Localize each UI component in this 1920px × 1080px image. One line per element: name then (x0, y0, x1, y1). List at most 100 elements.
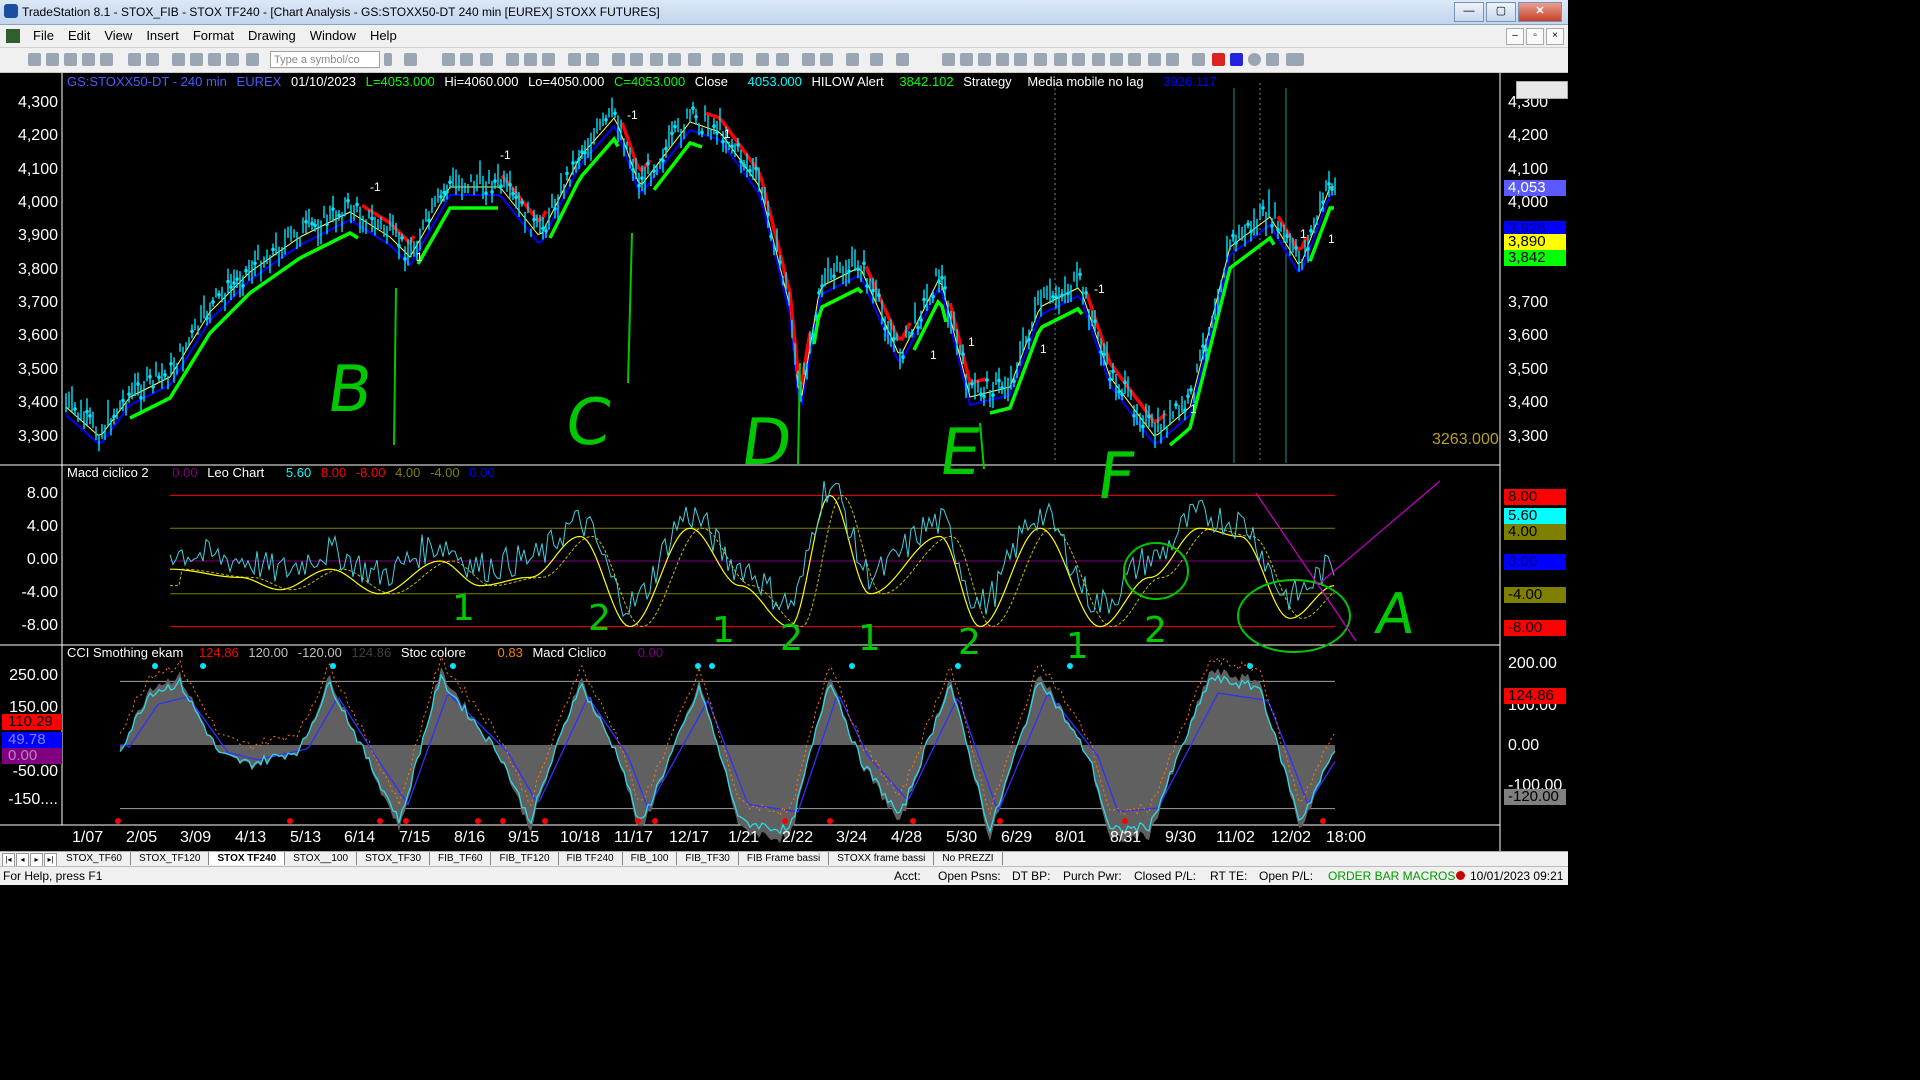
arrow-down-icon[interactable] (1212, 53, 1225, 66)
tab-stox-tf30[interactable]: STOX_TF30 (357, 852, 431, 865)
go-arrow-icon[interactable] (384, 53, 392, 66)
parallel-lines-icon[interactable] (1128, 53, 1141, 66)
pointer-icon[interactable] (802, 53, 815, 66)
tab-fib-100[interactable]: FIB_100 (623, 852, 678, 865)
indicator-icon[interactable] (524, 53, 537, 66)
tab-stox-tf120[interactable]: STOX_TF120 (131, 852, 210, 865)
menu-edit[interactable]: Edit (61, 28, 97, 43)
menu-drawing[interactable]: Drawing (241, 28, 303, 43)
candles-icon[interactable] (650, 53, 663, 66)
price-dot (127, 392, 131, 397)
matrix-icon[interactable] (480, 53, 493, 66)
chart-icon[interactable] (442, 53, 455, 66)
fibonacci-icon[interactable] (1014, 53, 1027, 66)
menu-help[interactable]: Help (363, 28, 404, 43)
zoom-out-icon[interactable] (776, 53, 789, 66)
cci-axis-right-label: 200.00 (1508, 655, 1557, 672)
tile-icon[interactable] (586, 53, 599, 66)
menu-view[interactable]: View (97, 28, 139, 43)
save-icon[interactable] (64, 53, 77, 66)
price-dot (961, 352, 965, 357)
tab-fib-tf30[interactable]: FIB_TF30 (677, 852, 739, 865)
speed-lines-icon[interactable] (1072, 53, 1085, 66)
strategy-icon[interactable] (542, 53, 555, 66)
subwindow-buttons[interactable] (1516, 81, 1568, 99)
chart-window[interactable]: -1 -1 -1 -1 1 1 1 1 1 -1 1 1 GS:STOXX50-DT - 240 mi… (0, 73, 1568, 851)
lock-icon[interactable] (208, 53, 221, 66)
tab-fib-tf60[interactable]: FIB_TF60 (430, 852, 492, 865)
tab-stox-100[interactable]: STOX__100 (285, 852, 358, 865)
print-icon[interactable] (128, 53, 141, 66)
data-window-icon[interactable] (612, 53, 625, 66)
zoom-in-icon[interactable] (756, 53, 769, 66)
horizontal-line-icon[interactable] (978, 53, 991, 66)
tab-stox-tf240[interactable]: STOX TF240 (209, 852, 286, 865)
crosshair-icon[interactable] (820, 53, 833, 66)
mdi-close-button[interactable]: × (1546, 28, 1564, 45)
tab-fib-tf120[interactable]: FIB_TF120 (491, 852, 559, 865)
radarscreen-icon[interactable] (460, 53, 473, 66)
window-icon[interactable] (172, 53, 185, 66)
menu-window[interactable]: Window (303, 28, 363, 43)
scroll-right-icon[interactable] (730, 53, 743, 66)
hand-drawn-line (1319, 480, 1441, 584)
chart-doc-icon[interactable] (6, 29, 20, 43)
globe-icon[interactable] (246, 53, 259, 66)
print-preview-icon[interactable] (146, 53, 159, 66)
tab-stoxx-frame-bassi[interactable]: STOXX frame bassi (829, 852, 935, 865)
tab-prev-button[interactable]: ◂ (16, 853, 29, 867)
minimize-button[interactable]: — (1454, 2, 1484, 22)
chart-trading-icon[interactable] (870, 53, 883, 66)
workspace-icon[interactable] (82, 53, 95, 66)
andrews-pitchfork-icon[interactable] (1092, 53, 1105, 66)
tab-stox-tf60[interactable]: STOX_TF60 (58, 852, 131, 865)
price-axis-label: 3,800 (17, 261, 58, 278)
price-dot (739, 159, 743, 164)
channel-icon[interactable] (996, 53, 1009, 66)
menu-format[interactable]: Format (186, 28, 241, 43)
arrow-up-icon[interactable] (1230, 53, 1243, 66)
tab-fib-tf240[interactable]: FIB TF240 (559, 852, 623, 865)
grid-icon[interactable] (226, 53, 239, 66)
trendline-icon[interactable] (942, 53, 955, 66)
measure-icon[interactable] (1110, 53, 1123, 66)
pencil-icon[interactable] (1166, 53, 1179, 66)
link-icon[interactable] (506, 53, 519, 66)
gann-fan-icon[interactable] (1034, 53, 1047, 66)
disabled-tool-icon[interactable] (896, 53, 909, 66)
tools-icon[interactable] (846, 53, 859, 66)
insert-window-icon[interactable] (568, 53, 581, 66)
menu-insert[interactable]: Insert (139, 28, 186, 43)
close-button[interactable]: ✕ (1518, 2, 1562, 22)
folder-icon[interactable] (100, 53, 113, 66)
text-icon[interactable] (1286, 53, 1304, 66)
layout-icon[interactable] (190, 53, 203, 66)
tab-first-button[interactable]: |◂ (2, 853, 15, 867)
regression-icon[interactable] (1054, 53, 1067, 66)
menu-file[interactable]: File (26, 28, 61, 43)
legend-close-label: Close (694, 74, 729, 89)
tab-next-button[interactable]: ▸ (30, 853, 43, 867)
tab-fib-frame-bassi[interactable]: FIB Frame bassi (739, 852, 830, 865)
mdi-restore-button[interactable]: ▫ (1526, 28, 1544, 45)
vertical-lines-icon[interactable] (960, 53, 973, 66)
symbol-lookup-icon[interactable] (404, 53, 417, 66)
ohlc-icon[interactable] (668, 53, 681, 66)
ellipse-icon[interactable] (1248, 53, 1261, 66)
mdi-minimize-button[interactable]: – (1506, 28, 1524, 45)
new-icon[interactable] (28, 53, 41, 66)
order-bar-macros[interactable]: ORDER BAR MACROS (1328, 869, 1455, 883)
curve-icon[interactable] (1192, 53, 1205, 66)
symbol-input[interactable]: Type a symbol/co (270, 51, 380, 68)
rectangle-icon[interactable] (1266, 53, 1279, 66)
scroll-left-icon[interactable] (712, 53, 725, 66)
maximize-button[interactable]: ▢ (1486, 2, 1516, 22)
tab-last-button[interactable]: ▸| (44, 853, 57, 867)
open-icon[interactable] (46, 53, 59, 66)
price-dot (1066, 291, 1070, 296)
price-dot (742, 163, 746, 167)
bar-type-icon[interactable] (630, 53, 643, 66)
tab-no-prezzi[interactable]: No PREZZI (934, 852, 1003, 865)
line-chart-icon[interactable] (688, 53, 701, 66)
arc-icon[interactable] (1148, 53, 1161, 66)
